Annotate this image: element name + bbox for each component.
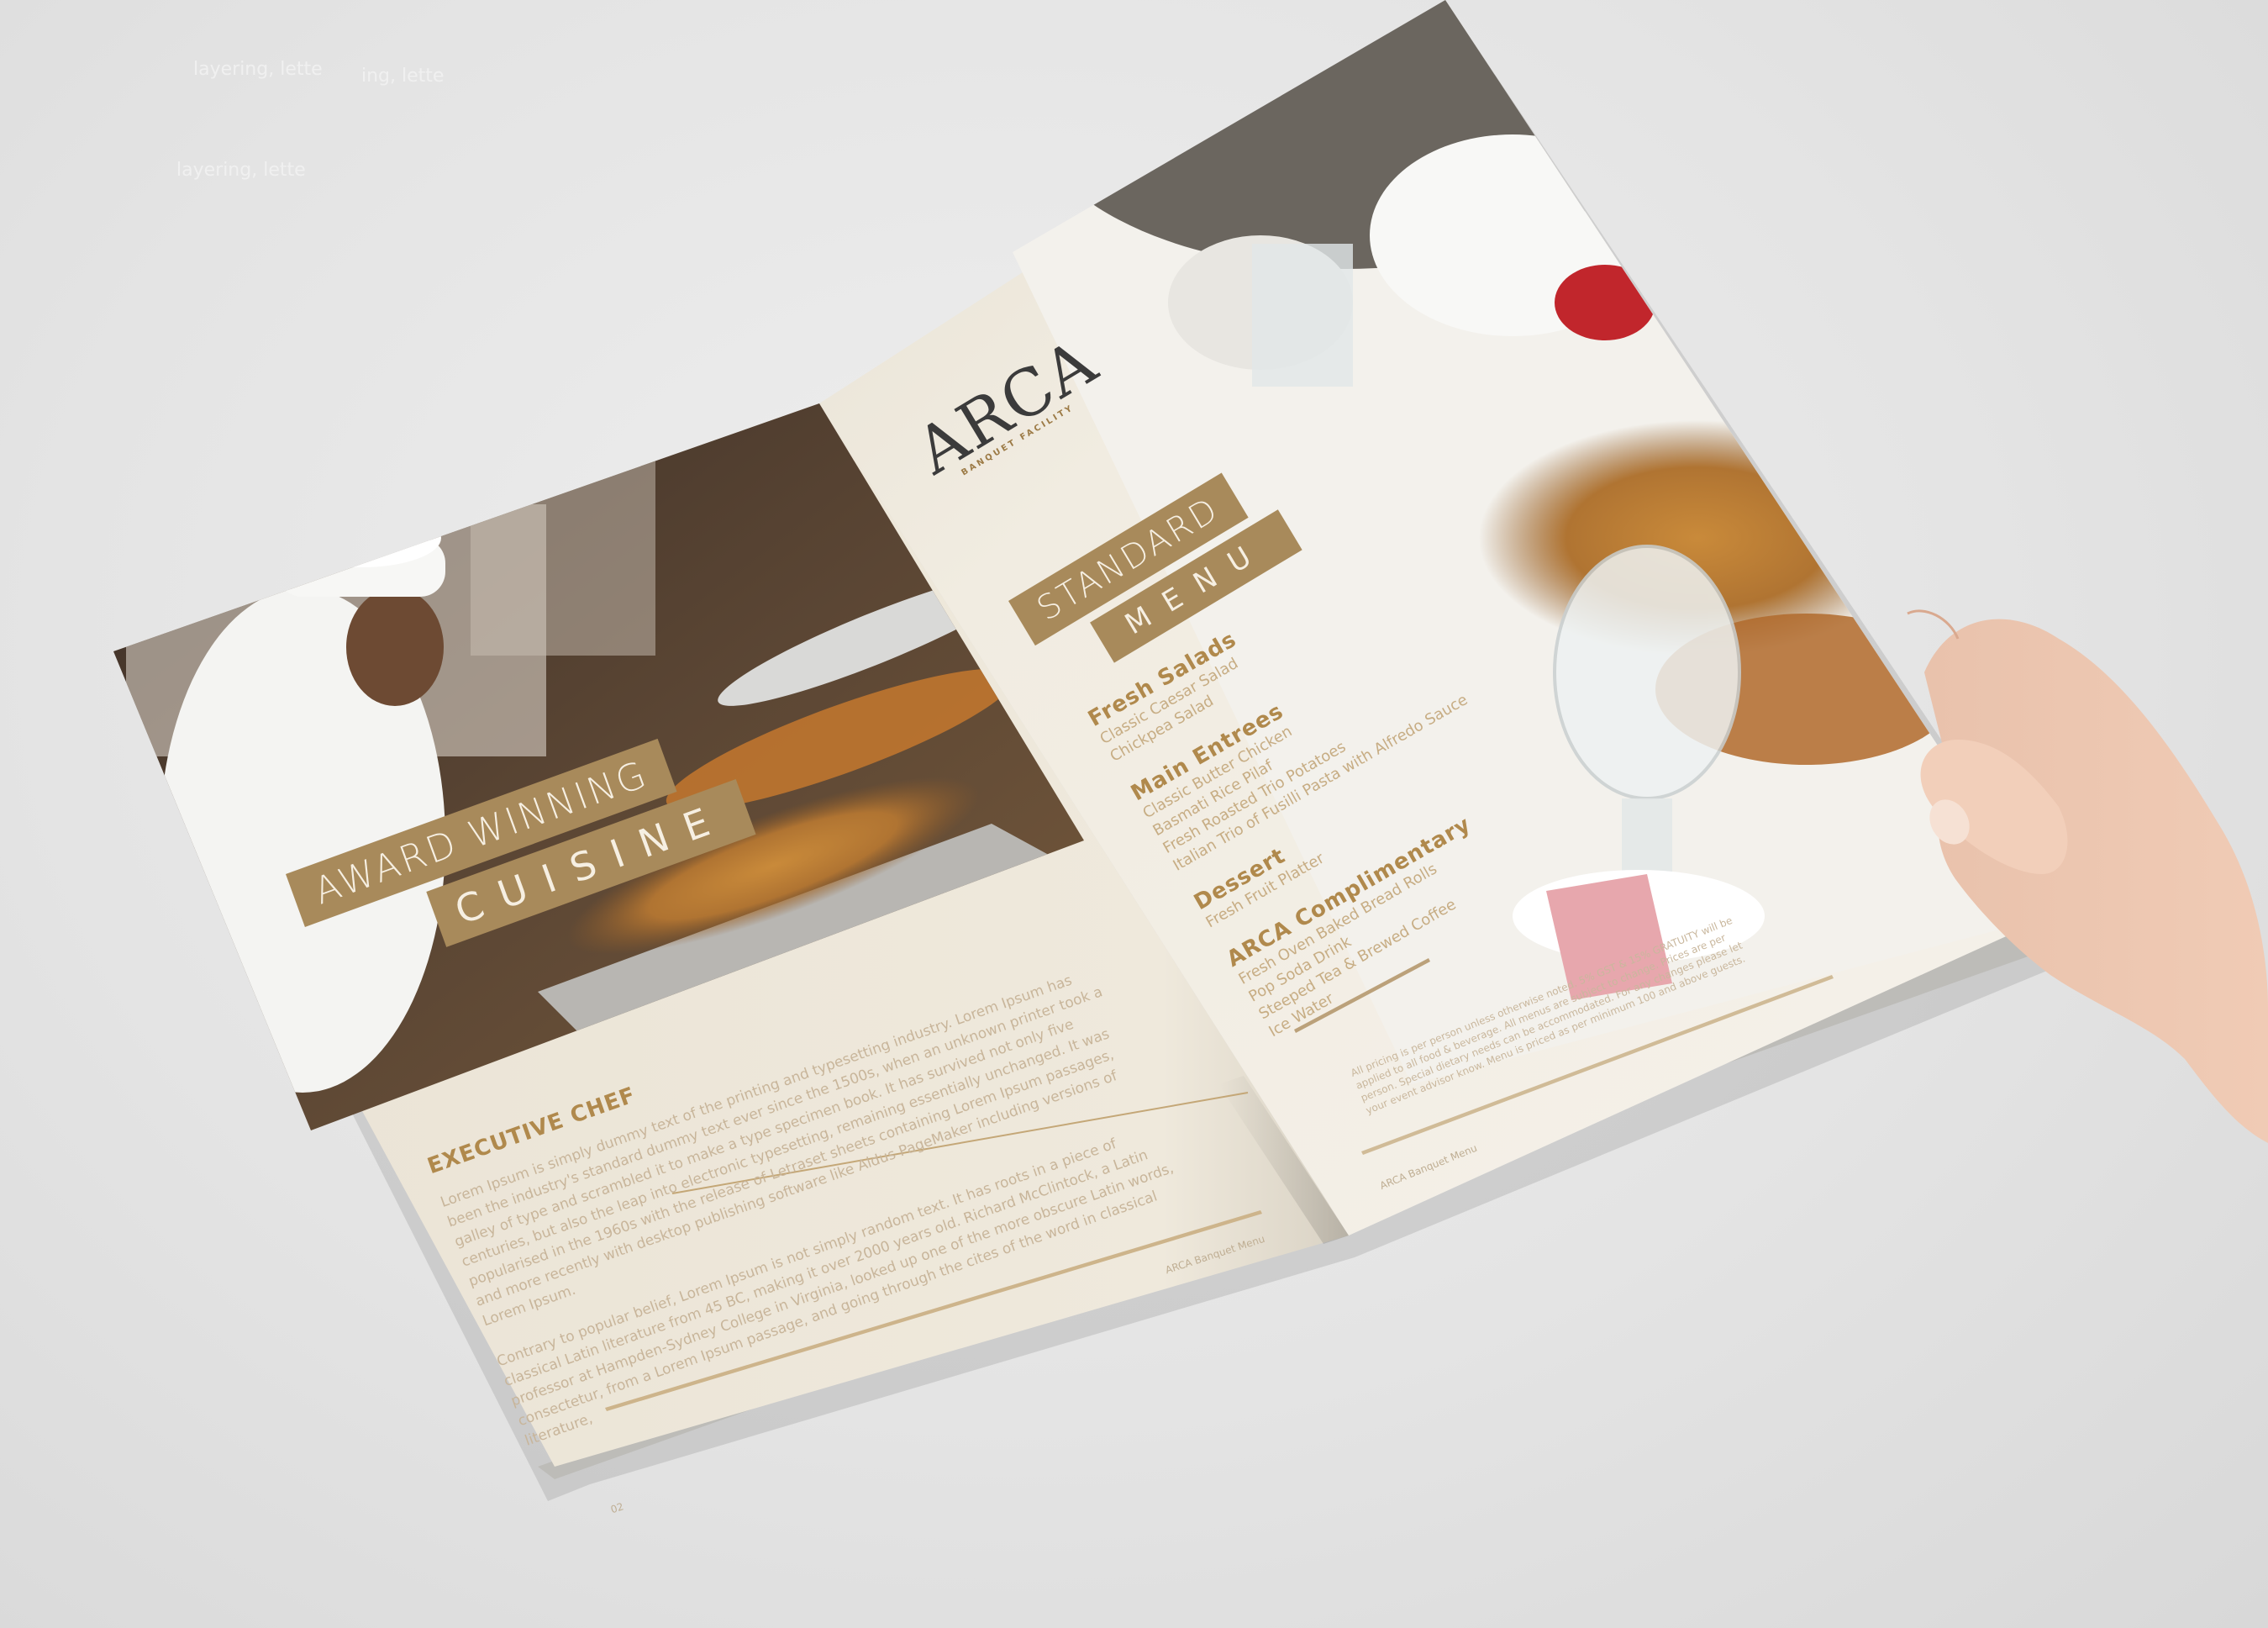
brochure-artwork [113,0,2268,1501]
brochure-scene: layering, lette ing, lette layering, let… [0,0,2268,1628]
hand-illustration [1907,609,2268,1143]
